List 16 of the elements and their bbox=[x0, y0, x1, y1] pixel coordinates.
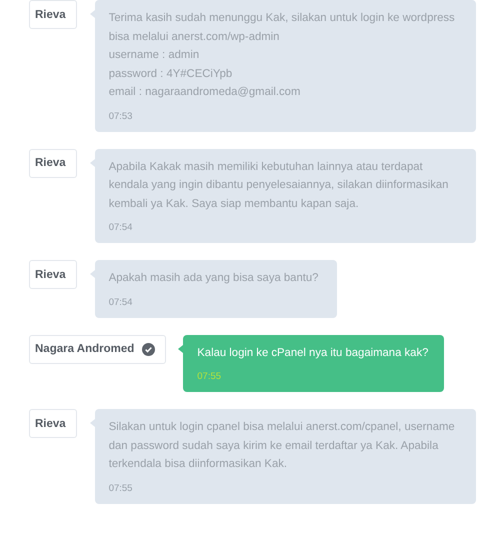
message-text: Silakan untuk login cpanel bisa melalui anerst.com/cpanel, username dan password sudah saya kirim ke email terdaftar ya Kak. Apabila terkendala bisa diinformasikan Kak. bbox=[108, 420, 456, 472]
message-time: 07:55 bbox=[197, 371, 222, 382]
sender-name: Rieva bbox=[35, 418, 66, 430]
message-text: Kalau login ke cPanel nya itu bagaimana kak? bbox=[197, 346, 430, 360]
sender-name: Nagara Andromed bbox=[35, 343, 134, 355]
sender-name: Rieva bbox=[35, 8, 66, 20]
verified-check-icon bbox=[142, 342, 156, 356]
message-time: 07:54 bbox=[108, 296, 134, 308]
message-time: 07:54 bbox=[108, 222, 134, 233]
message-text: Apakah masih ada yang bisa saya bantu? bbox=[108, 271, 320, 286]
message-time: 07:55 bbox=[108, 482, 134, 494]
sender-name: Rieva bbox=[35, 268, 66, 280]
message-time: 07:53 bbox=[108, 110, 134, 122]
sender-name: Rieva bbox=[35, 157, 66, 169]
message-text: Apabila Kakak masih memiliki kebutuhan lainnya atau terdapat kendala yang ingin dibantu penyelesaiannya, silakan diinformasikan kembali ya Kak. Saya siap membantu kapan saja. bbox=[108, 160, 450, 212]
message-text: Terima kasih sudah menunggu Kak, silakan untuk login ke wordpress bisa melalui anerst.com/wp-admin username : admin password : 4Y#CECiYpb email : nagaraandromeda@gmail.com bbox=[108, 11, 456, 100]
